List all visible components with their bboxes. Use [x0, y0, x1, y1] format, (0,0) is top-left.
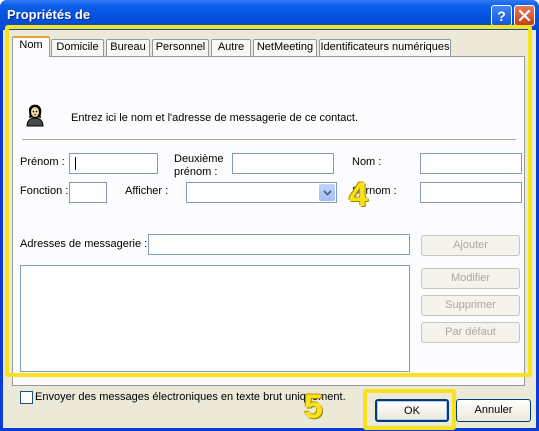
supprimer-button[interactable]: Supprimer — [421, 295, 520, 316]
ok-button[interactable]: OK — [375, 399, 449, 422]
tab-autre[interactable]: Autre — [211, 39, 251, 56]
tab-identificateurs[interactable]: Identificateurs numériques — [319, 39, 451, 56]
nom-input[interactable] — [420, 153, 522, 174]
email-label: Adresses de messagerie : — [20, 238, 148, 250]
afficher-label: Afficher : — [125, 185, 169, 197]
modifier-button[interactable]: Modifier — [421, 268, 520, 289]
prenom-label: Prénom : — [20, 156, 65, 168]
tab-netmeeting[interactable]: NetMeeting — [253, 39, 317, 56]
tab-label: NetMeeting — [256, 41, 314, 53]
separator — [22, 139, 516, 141]
close-icon — [518, 9, 531, 22]
intro-text: Entrez ici le nom et l'adresse de messag… — [71, 112, 359, 124]
tab-label: Personnel — [155, 41, 206, 53]
tab-personnel[interactable]: Personnel — [152, 39, 209, 56]
annuler-button[interactable]: Annuler — [456, 399, 531, 422]
tab-label: Nom — [19, 39, 43, 51]
email-list[interactable] — [20, 265, 410, 372]
deuxieme-prenom-label-line1: Deuxième — [174, 153, 224, 165]
deuxieme-prenom-input[interactable] — [232, 153, 334, 174]
par-defaut-button[interactable]: Par défaut — [421, 322, 520, 343]
chevron-down-icon — [322, 189, 332, 196]
tab-label: Domicile — [56, 41, 99, 53]
fonction-label: Fonction : — [20, 185, 69, 197]
text-cursor — [75, 157, 76, 170]
afficher-dropdown-button[interactable] — [319, 184, 335, 201]
plain-text-checkbox-label: Envoyer des messages électroniques en te… — [35, 391, 346, 403]
prenom-input[interactable] — [69, 153, 158, 174]
nom-label: Nom : — [352, 156, 382, 168]
close-button[interactable] — [514, 5, 535, 26]
tab-label: Identificateurs numériques — [320, 41, 450, 53]
fonction-input[interactable] — [69, 182, 107, 203]
dialog-body: Nom Domicile Bureau Personnel Autre NetM… — [3, 30, 536, 428]
tab-label: Autre — [217, 41, 245, 53]
deuxieme-prenom-label-line2: prénom : — [174, 166, 218, 178]
ajouter-button[interactable]: Ajouter — [421, 235, 520, 256]
plain-text-checkbox[interactable] — [20, 391, 33, 404]
title-bar[interactable]: Propriétés de ? — [0, 0, 539, 30]
properties-dialog: Propriétés de ? Nom Domicile Bureau Pers… — [0, 0, 539, 431]
help-button[interactable]: ? — [491, 5, 512, 26]
step-marker-4: 4 — [349, 176, 368, 214]
contact-person-icon — [26, 104, 44, 127]
afficher-select[interactable] — [186, 182, 337, 203]
tab-domicile[interactable]: Domicile — [51, 39, 104, 56]
step-marker-5: 5 — [304, 388, 323, 426]
help-icon: ? — [497, 7, 506, 24]
tab-nom[interactable]: Nom — [12, 36, 50, 57]
tab-bureau[interactable]: Bureau — [106, 39, 150, 56]
window-title: Propriétés de — [7, 7, 91, 22]
tab-panel-nom: Entrez ici le nom et l'adresse de messag… — [12, 56, 525, 404]
tab-label: Bureau — [110, 41, 146, 53]
email-input[interactable] — [148, 234, 410, 255]
surnom-input[interactable] — [420, 182, 522, 203]
